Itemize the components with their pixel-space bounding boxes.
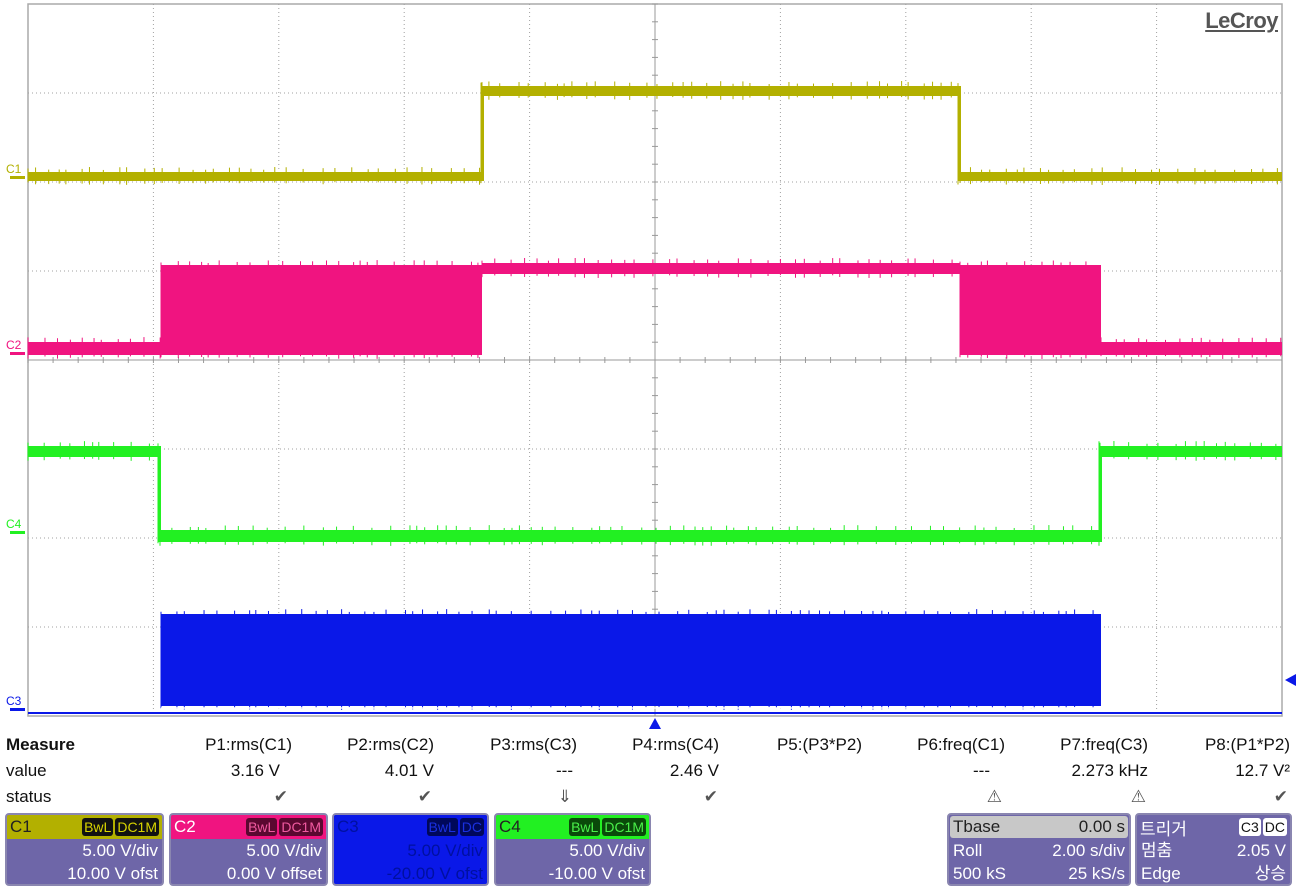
sample-rate: 25 kS/s — [1068, 862, 1125, 885]
channel-name: C2 — [174, 817, 244, 837]
volts-per-div: 5.00 V/div — [171, 839, 326, 862]
lecroy-logo: LeCroy — [1205, 8, 1278, 34]
measure-value-row: value 3.16 V 4.01 V --- 2.46 V --- 2.273… — [0, 761, 1300, 787]
bw-tag: BwL — [82, 818, 113, 836]
param-name[interactable]: P4:rms(C4) — [579, 735, 719, 755]
channel-marker-c1: C1 — [6, 162, 22, 176]
channel-ground-marker — [10, 352, 25, 355]
param-name[interactable]: P6:freq(C1) — [865, 735, 1005, 755]
volts-per-div: 5.00 V/div — [7, 839, 162, 862]
waveform-display: C1 C2 C4 C3 — [0, 0, 1300, 730]
param-name[interactable]: P2:rms(C2) — [294, 735, 434, 755]
c2-trace — [161, 265, 482, 355]
c4-trace — [28, 446, 160, 457]
bw-tag: BwL — [427, 818, 458, 836]
warning-icon: ⚠ — [1006, 787, 1146, 807]
channel-box-c1[interactable]: C1 BwL DC1M 5.00 V/div 10.00 V ofst — [5, 813, 164, 886]
status-icon: ⇓ — [432, 787, 572, 807]
measure-status-row: status ✔ ✔ ⇓ ✔ ⚠ ⚠ ✔ — [0, 787, 1300, 813]
status-icon: ✔ — [1148, 787, 1288, 807]
channel-box-c3[interactable]: C3 BwL DC 5.00 V/div -20.00 V ofst — [332, 813, 489, 886]
trigger-level: 2.05 V — [1237, 839, 1286, 862]
coupling-tag: DC1M — [279, 818, 323, 836]
param-name[interactable]: P7:freq(C3) — [1008, 735, 1148, 755]
volts-per-div: 5.00 V/div — [496, 839, 649, 862]
trigger-time-marker-icon — [649, 718, 661, 729]
trigger-type: Edge — [1141, 862, 1181, 885]
bw-tag: BwL — [569, 818, 600, 836]
time-per-div: 2.00 s/div — [1052, 839, 1125, 862]
status-icon: ✔ — [578, 787, 718, 807]
c1-trace — [960, 172, 1282, 181]
sample-count: 500 kS — [953, 862, 1006, 885]
param-name[interactable]: P3:rms(C3) — [437, 735, 577, 755]
trigger-source: C3 — [1239, 818, 1261, 836]
bw-tag: BwL — [246, 818, 277, 836]
measure-title: Measure — [6, 735, 146, 755]
timebase-title: Tbase — [953, 817, 1079, 837]
channel-name: C4 — [499, 817, 567, 837]
channel-ground-marker — [10, 708, 25, 711]
trigger-state: 멈춤 — [1141, 839, 1172, 862]
volts-per-div: 5.00 V/div — [334, 839, 487, 862]
c2-trace — [1101, 342, 1282, 355]
c2-trace — [482, 263, 960, 274]
c4-trace — [1100, 446, 1282, 457]
trigger-slope: 상승 — [1255, 862, 1286, 885]
coupling-tag: DC — [460, 818, 484, 836]
timebase-box[interactable]: Tbase 0.00 s Roll 2.00 s/div 500 kS 25 kS/s — [947, 813, 1131, 886]
offset: 0.00 V offset — [171, 862, 326, 885]
trigger-level-marker-icon — [1285, 674, 1296, 686]
channel-ground-marker — [10, 531, 25, 534]
channel-box-c2[interactable]: C2 BwL DC1M 5.00 V/div 0.00 V offset — [169, 813, 328, 886]
param-name[interactable]: P8:(P1*P2) — [1150, 735, 1290, 755]
status-icon: ✔ — [148, 787, 288, 807]
channel-marker-c4: C4 — [6, 517, 22, 531]
param-name[interactable]: P1:rms(C1) — [152, 735, 292, 755]
param-value: --- — [850, 761, 990, 781]
trigger-title: 트리거 — [1140, 815, 1237, 840]
offset: -10.00 V ofst — [496, 862, 649, 885]
offset: -20.00 V ofst — [334, 862, 487, 885]
measure-header-row: Measure P1:rms(C1) P2:rms(C2) P3:rms(C3)… — [0, 735, 1300, 761]
status-icon: ✔ — [292, 787, 432, 807]
timebase-mode: Roll — [953, 839, 982, 862]
channel-marker-c2: C2 — [6, 338, 22, 352]
value-label: value — [6, 761, 146, 781]
channel-ground-marker — [10, 176, 25, 179]
trigger-coupling: DC — [1263, 818, 1287, 836]
c1-trace — [28, 172, 482, 181]
param-value: --- — [433, 761, 573, 781]
param-value: 2.273 kHz — [1008, 761, 1148, 781]
param-value: 2.46 V — [579, 761, 719, 781]
channel-name: C3 — [337, 817, 425, 837]
coupling-tag: DC1M — [602, 818, 646, 836]
param-value: 3.16 V — [140, 761, 280, 781]
param-name[interactable]: P5:(P3*P2) — [722, 735, 862, 755]
offset: 10.00 V ofst — [7, 862, 162, 885]
status-label: status — [6, 787, 146, 807]
timebase-delay: 0.00 s — [1079, 817, 1125, 837]
param-value: 12.7 V² — [1150, 761, 1290, 781]
warning-icon: ⚠ — [862, 787, 1002, 807]
channel-name: C1 — [10, 817, 80, 837]
channel-marker-c3: C3 — [6, 694, 22, 708]
param-value: 4.01 V — [294, 761, 434, 781]
channel-box-c4[interactable]: C4 BwL DC1M 5.00 V/div -10.00 V ofst — [494, 813, 651, 886]
coupling-tag: DC1M — [115, 818, 159, 836]
trigger-box[interactable]: 트리거 C3 DC 멈춤 2.05 V Edge 상승 — [1135, 813, 1292, 886]
